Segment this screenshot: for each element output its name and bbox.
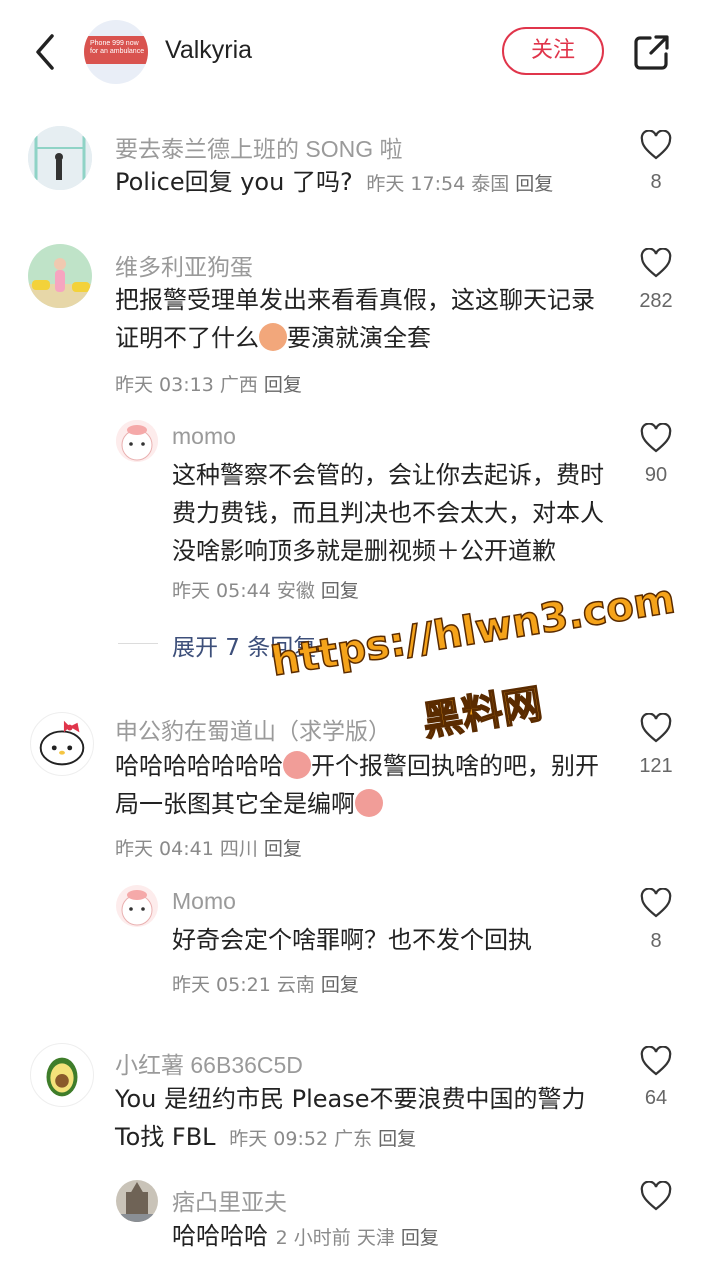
- username[interactable]: Momo: [172, 888, 236, 915]
- comment-time: 昨天 09:52: [229, 1128, 329, 1150]
- avatar-image: [28, 244, 92, 308]
- like-count: 8: [650, 171, 662, 193]
- reply-time: 昨天 05:44: [172, 580, 271, 602]
- comment-text[interactable]: 哈哈哈哈哈哈哈 开个报警回执啥的吧，别开局一张图其它全是编啊: [115, 747, 615, 823]
- reply-button[interactable]: 回复: [515, 173, 553, 195]
- reply-button[interactable]: 回复: [378, 1128, 416, 1150]
- follow-button[interactable]: 关注: [502, 27, 604, 75]
- reply-text[interactable]: 这种警察不会管的，会让你去起诉，费时费力费钱，而且判决也不会太大，对本人没啥影响…: [172, 456, 612, 610]
- comment-content: 哈哈哈哈哈哈哈: [115, 752, 283, 780]
- like-count: 8: [650, 930, 662, 952]
- reply-meta: 昨天 05:21 云南 回复: [172, 970, 359, 997]
- reply-location: 天津: [356, 1227, 395, 1249]
- reply-content: 好奇会定个啥罪啊？也不发个回执: [172, 926, 532, 954]
- comment-location: 广东: [334, 1128, 373, 1150]
- reply-button[interactable]: 回复: [321, 974, 359, 996]
- reply-time: 昨天 05:21: [172, 974, 271, 996]
- comment-content-tail: 要演就演全套: [287, 324, 431, 352]
- watermark-name: 黑料网: [419, 680, 546, 746]
- comment-meta: 昨天 17:54 泰国 回复: [360, 173, 553, 195]
- comment-time: 昨天 04:41: [115, 838, 214, 860]
- reply-time: 2 小时前: [275, 1227, 351, 1249]
- reply-content: 哈哈哈哈: [172, 1222, 268, 1250]
- user-avatar[interactable]: [28, 244, 92, 308]
- like-heart-icon[interactable]: [640, 248, 672, 278]
- username[interactable]: 申公豹在蜀道山（求学版）: [115, 712, 391, 746]
- reply-button[interactable]: 回复: [264, 838, 302, 860]
- reply-content: 这种警察不会管的，会让你去起诉，费时费力费钱，而且判决也不会太大，对本人没啥影响…: [172, 461, 604, 565]
- reply-button[interactable]: 回复: [401, 1227, 439, 1249]
- user-avatar[interactable]: [116, 1180, 158, 1222]
- like-heart-icon[interactable]: [640, 1046, 672, 1076]
- comment-text[interactable]: You 是纽约市民 Please不要浪费中国的警力 To找 FBL 昨天 09:…: [115, 1080, 615, 1158]
- author-name[interactable]: Valkyria: [165, 36, 252, 65]
- reply-button[interactable]: 回复: [264, 374, 302, 396]
- reply-text[interactable]: 哈哈哈哈 2 小时前 天津 回复: [172, 1217, 612, 1257]
- like-heart-icon[interactable]: [640, 713, 672, 743]
- sweat-face-emoji-icon: [355, 789, 383, 817]
- comment-location: 泰国: [471, 173, 510, 195]
- smug-face-emoji-icon: [259, 323, 287, 351]
- avatar-image: [116, 420, 158, 462]
- reply-text[interactable]: 好奇会定个啥罪啊？也不发个回执: [172, 921, 612, 959]
- reply-location: 云南: [276, 974, 315, 996]
- comment-meta: 昨天 09:52 广东 回复: [223, 1128, 416, 1150]
- comment-content: Police回复 you 了吗?: [115, 168, 353, 196]
- username[interactable]: 痞凸里亚夫: [172, 1183, 287, 1217]
- user-avatar[interactable]: [30, 712, 94, 776]
- reply-meta: 昨天 05:44 安徽 回复: [172, 580, 359, 602]
- user-avatar[interactable]: [116, 420, 158, 462]
- avatar-image: [116, 1180, 158, 1222]
- avatar-image: [28, 126, 92, 190]
- username[interactable]: 维多利亚狗蛋: [115, 248, 253, 282]
- user-avatar[interactable]: [30, 1043, 94, 1107]
- reply-button[interactable]: 回复: [321, 580, 359, 602]
- like-count: 90: [644, 464, 668, 486]
- like-count: 121: [639, 755, 673, 777]
- comment-content-tail: To找 FBL: [115, 1123, 216, 1151]
- top-bar: Phone 999 now for an ambulance Valkyria …: [0, 0, 703, 104]
- hello-kitty-avatar-icon: [39, 720, 85, 766]
- comment-time: 昨天 17:54: [366, 173, 466, 195]
- avocado-avatar-icon: [46, 1057, 78, 1097]
- reply-location: 安徽: [276, 580, 315, 602]
- user-avatar[interactable]: [116, 885, 158, 927]
- divider: [118, 643, 158, 644]
- comment-location: 四川: [219, 838, 258, 860]
- comment-meta: 昨天 04:41 四川 回复: [115, 834, 302, 861]
- username[interactable]: 小红薯 66B36C5D: [115, 1046, 303, 1080]
- like-heart-icon[interactable]: [640, 130, 672, 160]
- share-icon[interactable]: [632, 32, 672, 72]
- comment-text[interactable]: Police回复 you 了吗? 昨天 17:54 泰国 回复: [115, 163, 615, 203]
- comment-location: 广西: [219, 374, 258, 396]
- author-avatar[interactable]: Phone 999 now for an ambulance: [84, 20, 148, 84]
- comment-text[interactable]: 把报警受理单发出来看看真假，这这聊天记录证明不了什么 要演就演全套: [115, 281, 615, 357]
- user-avatar[interactable]: [28, 126, 92, 190]
- comment-time: 昨天 03:13: [115, 374, 214, 396]
- back-arrow-icon[interactable]: [30, 30, 60, 74]
- like-count: 282: [639, 290, 673, 312]
- like-heart-icon[interactable]: [640, 423, 672, 453]
- like-heart-icon[interactable]: [640, 1181, 672, 1211]
- crying-face-emoji-icon: [283, 751, 311, 779]
- reply-meta: 2 小时前 天津 回复: [276, 1227, 439, 1249]
- comment-content: You 是纽约市民 Please不要浪费中国的警力: [115, 1085, 586, 1113]
- username[interactable]: momo: [172, 423, 236, 450]
- comment-meta: 昨天 03:13 广西 回复: [115, 370, 302, 397]
- username[interactable]: 要去泰兰德上班的 SONG 啦: [115, 130, 403, 164]
- avatar-text: Phone 999 now for an ambulance: [90, 40, 145, 55]
- like-heart-icon[interactable]: [640, 888, 672, 918]
- avatar-image: [116, 885, 158, 927]
- like-count: 64: [644, 1087, 668, 1109]
